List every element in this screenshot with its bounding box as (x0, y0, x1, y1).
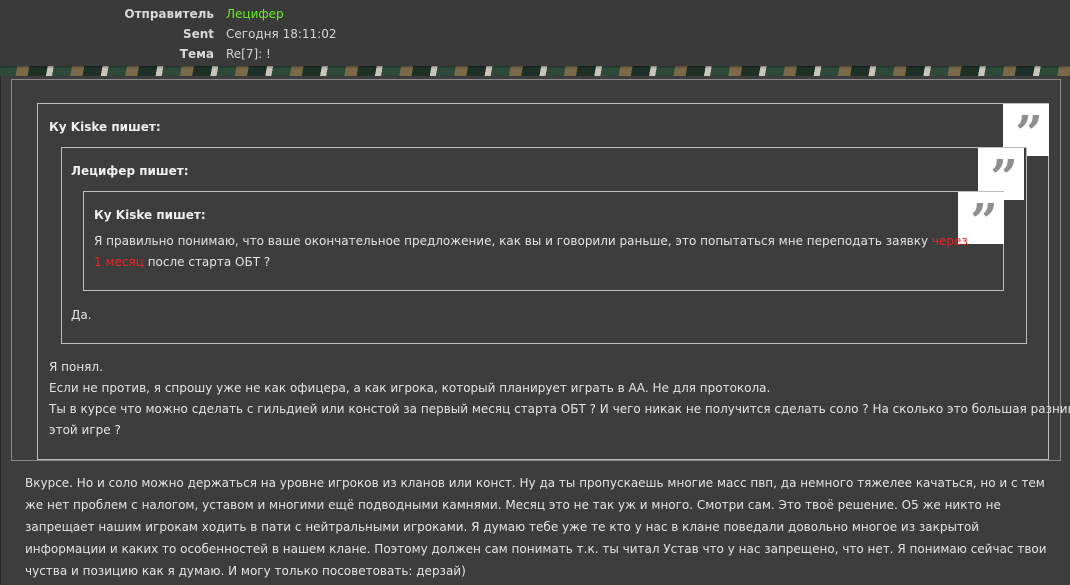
quote-3-author: Ку Kiske пишет: (94, 208, 206, 222)
quote-1-line-2: Если не против, я спрошу уже не как офиц… (49, 381, 771, 395)
sender-value[interactable]: Лецифер (226, 4, 284, 24)
sent-row: Sent Сегодня 18:11:02 (0, 24, 1070, 44)
message-body: ” Ку Kiske пишет: ” Лецифер пишет: ” Ку … (0, 76, 1070, 585)
quote-1-author: Ку Kiske пишет: (49, 120, 161, 134)
quote-2-text: Да. (71, 308, 92, 322)
quote-3-text-end: после старта ОБТ ? (143, 255, 271, 269)
subject-value: Re[7]: ! (226, 47, 271, 61)
subject-row: Тема Re[7]: ! (0, 44, 1070, 64)
quote-1-line-1: Я понял. (49, 360, 103, 374)
sent-label: Sent (182, 27, 214, 41)
subject-label: Тема (179, 47, 214, 61)
sender-label: Отправитель (124, 7, 214, 21)
quote-3-text: Я правильно понимаю, что ваше окончатель… (94, 231, 974, 273)
message-header: Отправитель Лецифер Sent Сегодня 18:11:0… (0, 0, 1070, 66)
reply-text: Вкурсе. Но и соло можно держаться на уро… (25, 476, 1047, 578)
sender-row: Отправитель Лецифер (0, 4, 1070, 24)
quote-1-line-3: Ты в курсе что можно сделать с гильдией … (49, 402, 1070, 416)
quote-2-author: Лецифер пишет: (71, 164, 189, 178)
quote-3-text-start: Я правильно понимаю, что ваше окончатель… (94, 234, 932, 248)
sent-value: Сегодня 18:11:02 (226, 27, 337, 41)
quote-1-line-4: этой игре ? (49, 423, 121, 437)
